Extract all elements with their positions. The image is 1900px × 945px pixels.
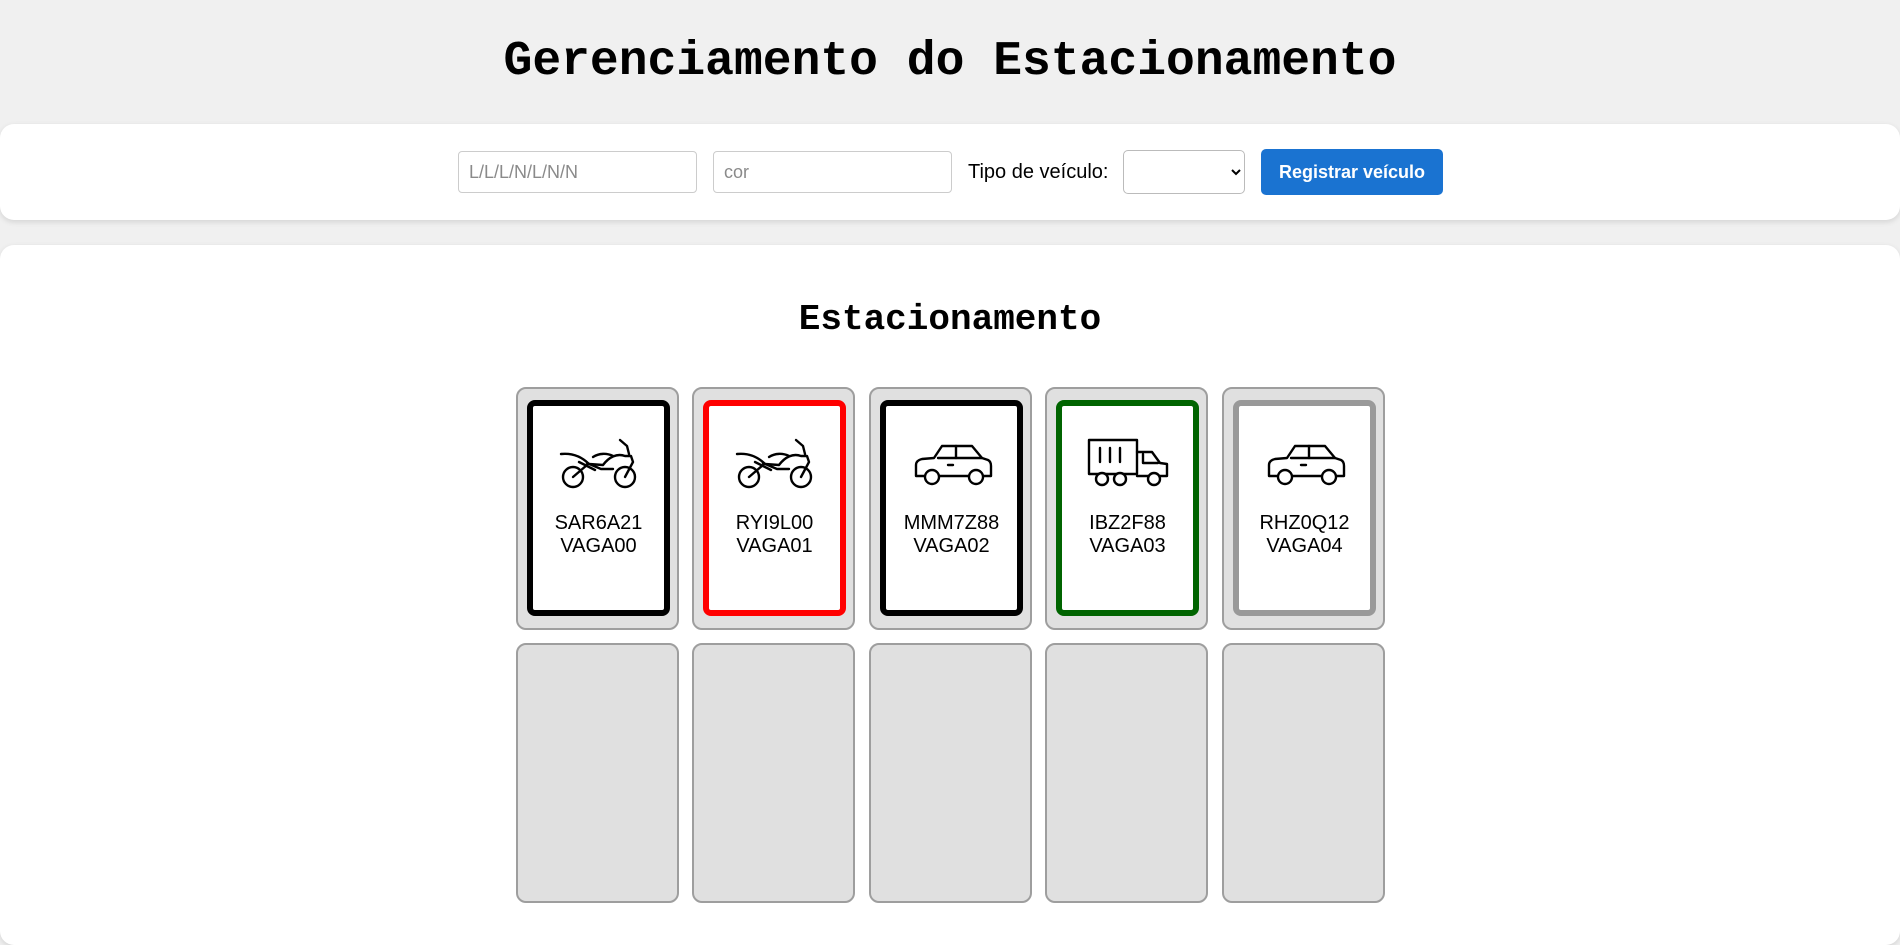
car-icon — [1263, 432, 1347, 492]
color-input[interactable] — [713, 151, 952, 193]
empty-parking-slot[interactable] — [692, 643, 855, 903]
empty-parking-slot[interactable] — [1222, 643, 1385, 903]
plate-input[interactable] — [458, 151, 697, 193]
vehicle-card: RYI9L00 VAGA01 — [703, 400, 846, 616]
vehicle-registration-form: Tipo de veículo: Registrar veículo — [0, 124, 1900, 220]
empty-parking-slot[interactable] — [1045, 643, 1208, 903]
empty-parking-slot[interactable] — [869, 643, 1032, 903]
vehicle-plate: RYI9L00 — [735, 512, 814, 534]
motorcycle-icon — [733, 432, 817, 492]
spot-id: VAGA03 — [1089, 535, 1166, 557]
vehicle-card: MMM7Z88 VAGA02 — [880, 400, 1023, 616]
vehicle-plate: SAR6A21 — [554, 512, 643, 534]
spot-id: VAGA04 — [1266, 535, 1343, 557]
motorcycle-icon — [557, 432, 641, 492]
parking-lot-title: Estacionamento — [798, 299, 1102, 340]
vehicle-card: IBZ2F88 VAGA03 — [1056, 400, 1199, 616]
spot-id: VAGA02 — [913, 535, 990, 557]
parking-slot[interactable]: RYI9L00 VAGA01 — [692, 387, 855, 630]
vehicle-type-select[interactable] — [1123, 150, 1245, 194]
register-vehicle-button[interactable]: Registrar veículo — [1261, 149, 1443, 195]
parking-slot[interactable]: RHZ0Q12 VAGA04 — [1222, 387, 1385, 630]
spot-id: VAGA01 — [736, 535, 813, 557]
parking-slot[interactable]: IBZ2F88 VAGA03 — [1045, 387, 1208, 630]
spot-id: VAGA00 — [560, 535, 637, 557]
vehicle-plate: IBZ2F88 — [1089, 512, 1166, 534]
parking-slot[interactable]: MMM7Z88 VAGA02 — [869, 387, 1032, 630]
truck-icon — [1086, 432, 1170, 492]
vehicle-card: SAR6A21 VAGA00 — [527, 400, 670, 616]
vehicle-card: RHZ0Q12 VAGA04 — [1233, 400, 1376, 616]
vehicle-plate: RHZ0Q12 — [1259, 512, 1350, 534]
parking-slot[interactable]: SAR6A21 VAGA00 — [516, 387, 679, 630]
empty-parking-slot[interactable] — [516, 643, 679, 903]
page-title: Gerenciamento do Estacionamento — [503, 35, 1397, 89]
vehicle-type-label: Tipo de veículo: — [968, 160, 1109, 183]
parking-lot-panel: Estacionamento SAR6A21 VAGA00 RYI9L00 VA… — [0, 245, 1900, 945]
car-icon — [910, 432, 994, 492]
vehicle-plate: MMM7Z88 — [903, 512, 1000, 534]
